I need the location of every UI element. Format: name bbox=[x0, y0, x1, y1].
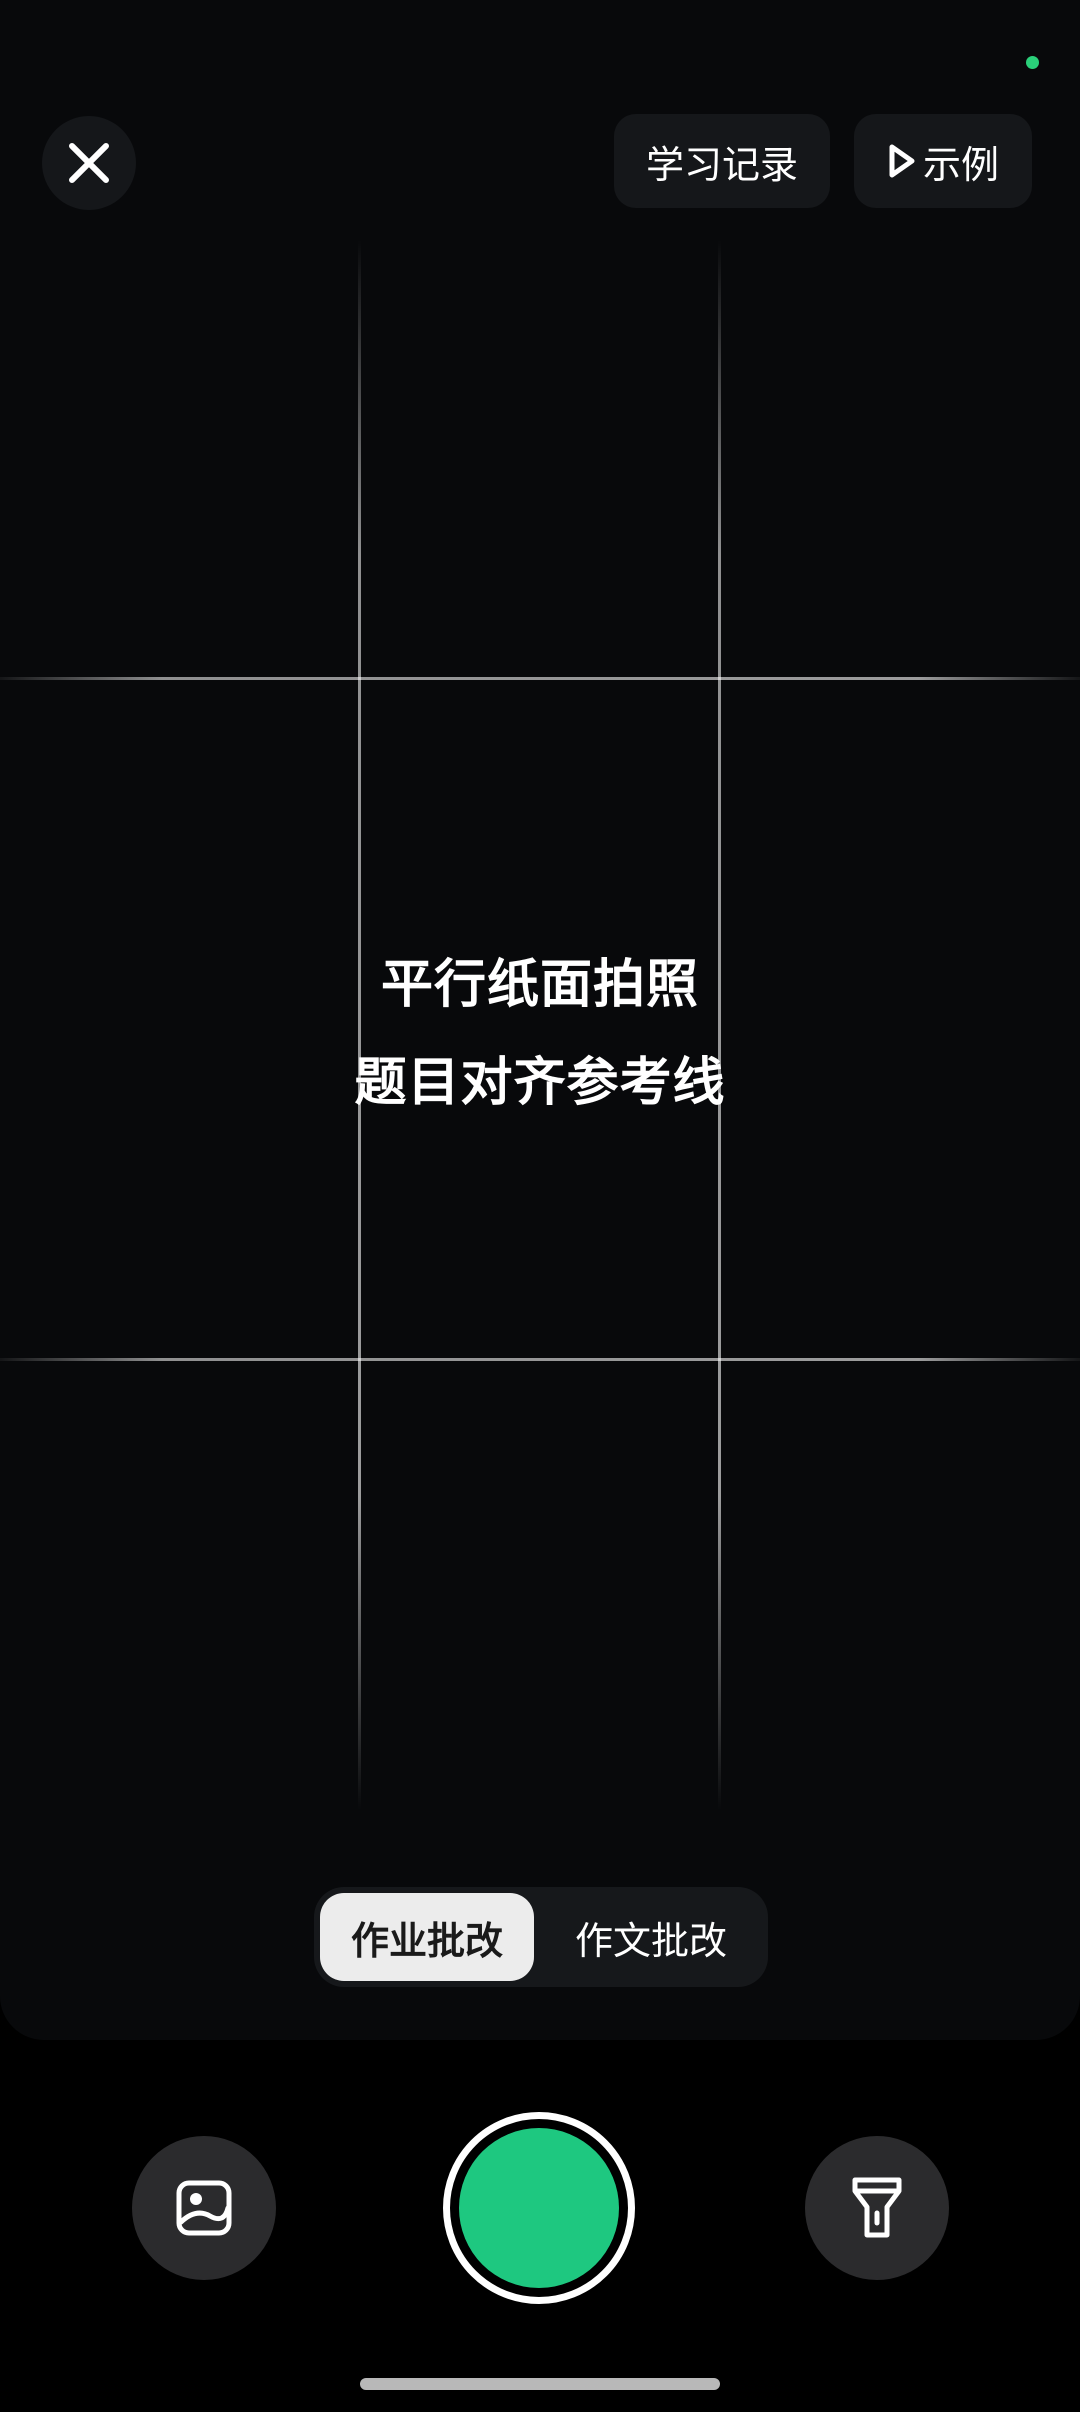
example-button[interactable]: 示例 bbox=[854, 114, 1032, 208]
tab-homework-correction[interactable]: 作业批改 bbox=[320, 1893, 534, 1981]
flashlight-icon bbox=[852, 2177, 902, 2238]
study-history-label: 学习记录 bbox=[645, 142, 798, 187]
gallery-button[interactable] bbox=[132, 2136, 276, 2280]
hint-line-align: 题目对齐参考线 bbox=[354, 1053, 726, 1113]
grid-line-horizontal-top bbox=[0, 677, 1080, 680]
camera-viewfinder[interactable]: 学习记录 示例 平行纸面拍照 题目对齐参考线 作业批改 作文批改 bbox=[0, 0, 1080, 2040]
tab-essay-correction[interactable]: 作文批改 bbox=[540, 1893, 762, 1981]
grid-line-vertical-right bbox=[718, 240, 721, 1810]
image-icon bbox=[176, 2180, 232, 2236]
mode-switch: 作业批改 作文批改 bbox=[314, 1887, 768, 1987]
camera-status-dot bbox=[1026, 56, 1039, 69]
example-label: 示例 bbox=[922, 142, 999, 187]
close-icon bbox=[69, 143, 109, 183]
close-button[interactable] bbox=[42, 116, 136, 210]
flashlight-button[interactable] bbox=[805, 2136, 949, 2280]
study-history-button[interactable]: 学习记录 bbox=[614, 114, 830, 208]
home-indicator[interactable] bbox=[360, 2378, 720, 2390]
shutter-button[interactable] bbox=[443, 2112, 635, 2304]
shutter-core bbox=[459, 2128, 619, 2288]
play-outline-icon bbox=[889, 144, 915, 178]
hint-line-parallel: 平行纸面拍照 bbox=[380, 955, 699, 1015]
grid-line-vertical-left bbox=[358, 240, 361, 1810]
grid-line-horizontal-bottom bbox=[0, 1358, 1080, 1361]
